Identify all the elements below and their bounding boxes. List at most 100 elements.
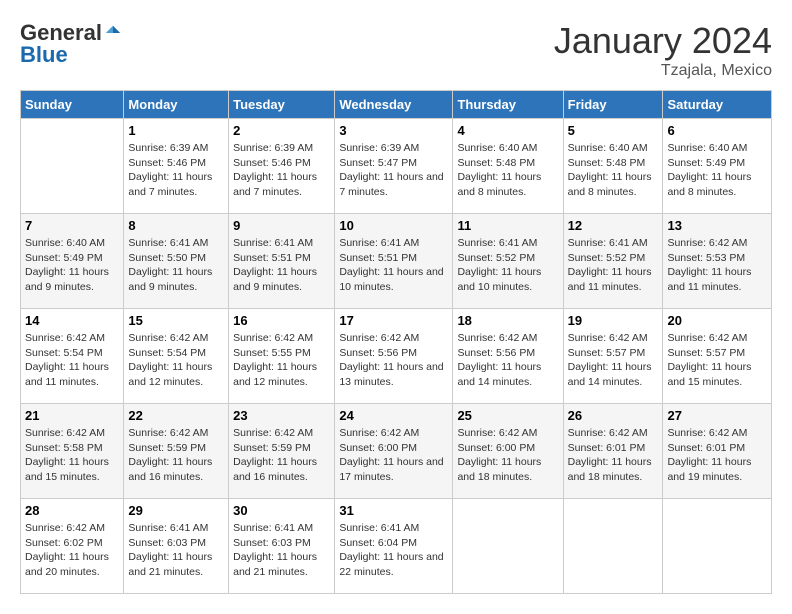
day-info: Sunrise: 6:41 AMSunset: 5:52 PMDaylight:…	[457, 236, 558, 295]
day-info: Sunrise: 6:39 AMSunset: 5:46 PMDaylight:…	[128, 141, 224, 200]
calendar-cell: 21 Sunrise: 6:42 AMSunset: 5:58 PMDaylig…	[21, 404, 124, 499]
calendar-cell: 9 Sunrise: 6:41 AMSunset: 5:51 PMDayligh…	[229, 214, 335, 309]
day-number: 8	[128, 218, 224, 233]
calendar-cell: 8 Sunrise: 6:41 AMSunset: 5:50 PMDayligh…	[124, 214, 229, 309]
calendar-week-row: 1 Sunrise: 6:39 AMSunset: 5:46 PMDayligh…	[21, 119, 772, 214]
calendar-cell: 19 Sunrise: 6:42 AMSunset: 5:57 PMDaylig…	[563, 309, 663, 404]
day-info: Sunrise: 6:42 AMSunset: 6:00 PMDaylight:…	[339, 426, 448, 485]
calendar-cell: 29 Sunrise: 6:41 AMSunset: 6:03 PMDaylig…	[124, 499, 229, 594]
day-info: Sunrise: 6:42 AMSunset: 5:56 PMDaylight:…	[339, 331, 448, 390]
day-info: Sunrise: 6:40 AMSunset: 5:48 PMDaylight:…	[457, 141, 558, 200]
calendar-cell: 6 Sunrise: 6:40 AMSunset: 5:49 PMDayligh…	[663, 119, 772, 214]
calendar-cell: 11 Sunrise: 6:41 AMSunset: 5:52 PMDaylig…	[453, 214, 563, 309]
day-number: 1	[128, 123, 224, 138]
day-number: 3	[339, 123, 448, 138]
day-info: Sunrise: 6:40 AMSunset: 5:48 PMDaylight:…	[568, 141, 659, 200]
calendar-cell: 12 Sunrise: 6:41 AMSunset: 5:52 PMDaylig…	[563, 214, 663, 309]
day-number: 14	[25, 313, 119, 328]
logo: General Blue	[20, 20, 122, 68]
day-number: 12	[568, 218, 659, 233]
calendar-cell	[453, 499, 563, 594]
calendar-cell: 13 Sunrise: 6:42 AMSunset: 5:53 PMDaylig…	[663, 214, 772, 309]
location-text: Tzajala, Mexico	[554, 62, 772, 80]
calendar-cell	[21, 119, 124, 214]
day-info: Sunrise: 6:42 AMSunset: 5:53 PMDaylight:…	[667, 236, 767, 295]
calendar-cell: 25 Sunrise: 6:42 AMSunset: 6:00 PMDaylig…	[453, 404, 563, 499]
calendar-cell	[663, 499, 772, 594]
calendar-cell: 17 Sunrise: 6:42 AMSunset: 5:56 PMDaylig…	[335, 309, 453, 404]
calendar-cell: 22 Sunrise: 6:42 AMSunset: 5:59 PMDaylig…	[124, 404, 229, 499]
calendar-cell: 4 Sunrise: 6:40 AMSunset: 5:48 PMDayligh…	[453, 119, 563, 214]
day-info: Sunrise: 6:42 AMSunset: 5:59 PMDaylight:…	[128, 426, 224, 485]
calendar-cell: 15 Sunrise: 6:42 AMSunset: 5:54 PMDaylig…	[124, 309, 229, 404]
day-info: Sunrise: 6:42 AMSunset: 6:00 PMDaylight:…	[457, 426, 558, 485]
day-number: 5	[568, 123, 659, 138]
calendar-cell: 5 Sunrise: 6:40 AMSunset: 5:48 PMDayligh…	[563, 119, 663, 214]
calendar-cell: 7 Sunrise: 6:40 AMSunset: 5:49 PMDayligh…	[21, 214, 124, 309]
calendar-cell: 1 Sunrise: 6:39 AMSunset: 5:46 PMDayligh…	[124, 119, 229, 214]
weekday-header-friday: Friday	[563, 91, 663, 119]
calendar-cell: 20 Sunrise: 6:42 AMSunset: 5:57 PMDaylig…	[663, 309, 772, 404]
day-info: Sunrise: 6:42 AMSunset: 5:54 PMDaylight:…	[25, 331, 119, 390]
weekday-header-sunday: Sunday	[21, 91, 124, 119]
calendar-week-row: 21 Sunrise: 6:42 AMSunset: 5:58 PMDaylig…	[21, 404, 772, 499]
day-info: Sunrise: 6:42 AMSunset: 5:57 PMDaylight:…	[667, 331, 767, 390]
day-number: 13	[667, 218, 767, 233]
day-info: Sunrise: 6:42 AMSunset: 5:56 PMDaylight:…	[457, 331, 558, 390]
logo-flag-icon	[104, 24, 122, 42]
calendar-cell: 26 Sunrise: 6:42 AMSunset: 6:01 PMDaylig…	[563, 404, 663, 499]
day-info: Sunrise: 6:41 AMSunset: 6:03 PMDaylight:…	[128, 521, 224, 580]
day-number: 26	[568, 408, 659, 423]
calendar-table: SundayMondayTuesdayWednesdayThursdayFrid…	[20, 90, 772, 594]
calendar-week-row: 28 Sunrise: 6:42 AMSunset: 6:02 PMDaylig…	[21, 499, 772, 594]
calendar-cell: 30 Sunrise: 6:41 AMSunset: 6:03 PMDaylig…	[229, 499, 335, 594]
calendar-cell: 18 Sunrise: 6:42 AMSunset: 5:56 PMDaylig…	[453, 309, 563, 404]
day-info: Sunrise: 6:42 AMSunset: 5:58 PMDaylight:…	[25, 426, 119, 485]
day-number: 9	[233, 218, 330, 233]
calendar-cell: 24 Sunrise: 6:42 AMSunset: 6:00 PMDaylig…	[335, 404, 453, 499]
calendar-cell: 31 Sunrise: 6:41 AMSunset: 6:04 PMDaylig…	[335, 499, 453, 594]
day-info: Sunrise: 6:42 AMSunset: 5:54 PMDaylight:…	[128, 331, 224, 390]
month-title: January 2024	[554, 20, 772, 62]
day-info: Sunrise: 6:40 AMSunset: 5:49 PMDaylight:…	[667, 141, 767, 200]
day-number: 24	[339, 408, 448, 423]
day-info: Sunrise: 6:42 AMSunset: 5:57 PMDaylight:…	[568, 331, 659, 390]
calendar-cell: 27 Sunrise: 6:42 AMSunset: 6:01 PMDaylig…	[663, 404, 772, 499]
day-info: Sunrise: 6:39 AMSunset: 5:47 PMDaylight:…	[339, 141, 448, 200]
day-info: Sunrise: 6:41 AMSunset: 6:03 PMDaylight:…	[233, 521, 330, 580]
title-block: January 2024 Tzajala, Mexico	[554, 20, 772, 80]
day-info: Sunrise: 6:41 AMSunset: 5:50 PMDaylight:…	[128, 236, 224, 295]
day-info: Sunrise: 6:41 AMSunset: 5:52 PMDaylight:…	[568, 236, 659, 295]
day-number: 7	[25, 218, 119, 233]
day-number: 10	[339, 218, 448, 233]
day-number: 2	[233, 123, 330, 138]
day-info: Sunrise: 6:42 AMSunset: 6:02 PMDaylight:…	[25, 521, 119, 580]
day-number: 21	[25, 408, 119, 423]
day-info: Sunrise: 6:42 AMSunset: 6:01 PMDaylight:…	[667, 426, 767, 485]
calendar-cell: 28 Sunrise: 6:42 AMSunset: 6:02 PMDaylig…	[21, 499, 124, 594]
weekday-header-thursday: Thursday	[453, 91, 563, 119]
day-info: Sunrise: 6:42 AMSunset: 6:01 PMDaylight:…	[568, 426, 659, 485]
calendar-cell: 14 Sunrise: 6:42 AMSunset: 5:54 PMDaylig…	[21, 309, 124, 404]
day-info: Sunrise: 6:41 AMSunset: 5:51 PMDaylight:…	[339, 236, 448, 295]
calendar-cell: 10 Sunrise: 6:41 AMSunset: 5:51 PMDaylig…	[335, 214, 453, 309]
day-number: 23	[233, 408, 330, 423]
day-info: Sunrise: 6:42 AMSunset: 5:59 PMDaylight:…	[233, 426, 330, 485]
day-number: 17	[339, 313, 448, 328]
weekday-header-wednesday: Wednesday	[335, 91, 453, 119]
calendar-cell: 2 Sunrise: 6:39 AMSunset: 5:46 PMDayligh…	[229, 119, 335, 214]
calendar-cell	[563, 499, 663, 594]
weekday-header-tuesday: Tuesday	[229, 91, 335, 119]
day-info: Sunrise: 6:42 AMSunset: 5:55 PMDaylight:…	[233, 331, 330, 390]
day-info: Sunrise: 6:40 AMSunset: 5:49 PMDaylight:…	[25, 236, 119, 295]
calendar-cell: 16 Sunrise: 6:42 AMSunset: 5:55 PMDaylig…	[229, 309, 335, 404]
calendar-cell: 23 Sunrise: 6:42 AMSunset: 5:59 PMDaylig…	[229, 404, 335, 499]
weekday-header-monday: Monday	[124, 91, 229, 119]
day-number: 15	[128, 313, 224, 328]
day-number: 6	[667, 123, 767, 138]
day-number: 25	[457, 408, 558, 423]
page-header: General Blue January 2024 Tzajala, Mexic…	[20, 20, 772, 80]
day-info: Sunrise: 6:39 AMSunset: 5:46 PMDaylight:…	[233, 141, 330, 200]
weekday-header-row: SundayMondayTuesdayWednesdayThursdayFrid…	[21, 91, 772, 119]
weekday-header-saturday: Saturday	[663, 91, 772, 119]
